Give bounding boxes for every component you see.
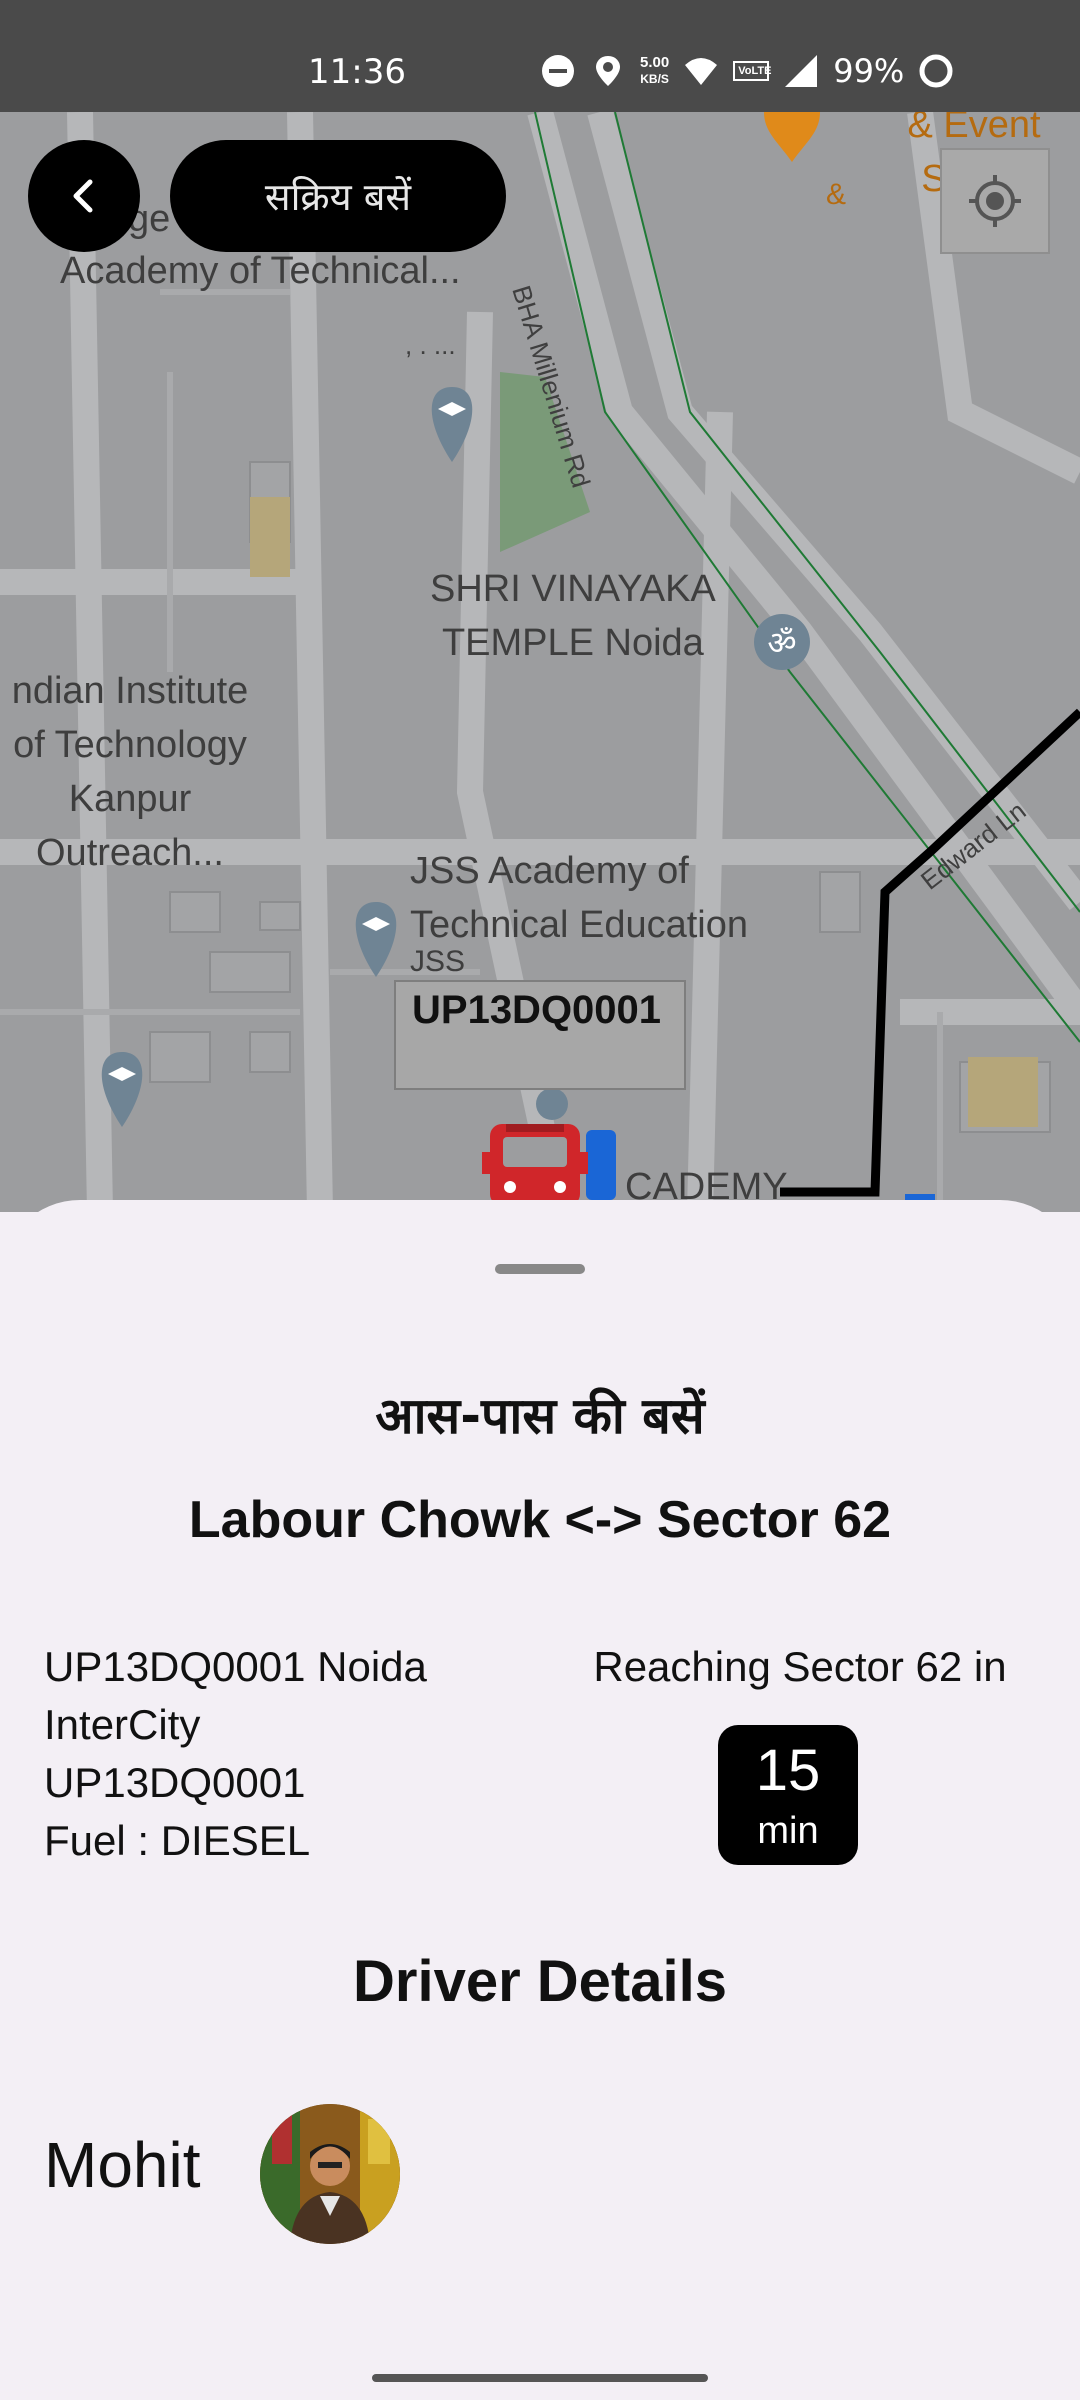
chevron-left-icon: [73, 179, 93, 213]
bus-info-line: InterCity: [44, 1701, 201, 1748]
bus-fuel: Fuel : DIESEL: [44, 1817, 311, 1864]
map-label-jss: JSS Academy of Technical Education: [410, 850, 748, 946]
svg-text:ॐ: ॐ: [767, 624, 796, 662]
event-pin-icon: [764, 112, 820, 162]
gesture-nav-bar[interactable]: [372, 2374, 708, 2382]
om-pin-icon: ॐ: [754, 614, 810, 670]
driver-photo: [260, 2104, 400, 2244]
bus-marker-label: UP13DQ0001: [412, 988, 662, 1032]
status-bar: 11:36 5.00 KB/S VoLTE 99%: [0, 0, 1080, 112]
netspeed-indicator: 5.00 KB/S: [640, 55, 669, 87]
bus-icon[interactable]: [482, 1124, 616, 1206]
map-label-dots: , . ...: [405, 330, 456, 360]
nearby-buses-title: आस-पास की बसें: [375, 1387, 705, 1445]
map-label-college: Academy of Technical...: [60, 250, 461, 292]
bottom-sheet[interactable]: आस-पास की बसें Labour Chowk <-> Sector 6…: [0, 1200, 1080, 2400]
battery-ring-icon: [919, 54, 953, 88]
status-icons: 5.00 KB/S VoLTE 99%: [540, 46, 954, 96]
map-label-temple: SHRI VINAYAKA TEMPLE Noida: [430, 568, 716, 664]
crosshair-icon: [969, 175, 1021, 227]
eta-badge: 15 min: [718, 1725, 858, 1865]
battery-percent: 99%: [833, 52, 905, 90]
signal-icon: [785, 55, 818, 87]
bus-info-line: UP13DQ0001: [44, 1759, 306, 1806]
map-label-iit: ndian Institute of Technology Kanpur Out…: [11, 670, 249, 874]
school-pin-icon: [355, 902, 397, 977]
map-label-jss-short: JSS: [410, 945, 466, 978]
active-buses-button[interactable]: सक्रिय बसें: [170, 140, 506, 252]
status-time: 11:36: [308, 52, 406, 92]
netspeed-unit: KB/S: [640, 72, 669, 86]
eta-unit: min: [757, 1810, 819, 1852]
back-button[interactable]: [28, 140, 140, 252]
dnd-icon: [542, 55, 574, 87]
bus-info-line: UP13DQ0001 Noida: [44, 1643, 427, 1690]
route-title: Labour Chowk <-> Sector 62: [188, 1491, 892, 1549]
map-label-ampersand: &: [826, 178, 847, 211]
volte-badge: VoLTE: [733, 61, 771, 81]
eta-value: 15: [755, 1738, 821, 1803]
sheet-drag-handle[interactable]: [495, 1264, 585, 1274]
driver-details-heading: Driver Details: [353, 1949, 727, 2014]
reaching-text: Reaching Sector 62 in: [593, 1643, 1007, 1690]
driver-avatar[interactable]: [260, 2104, 400, 2244]
netspeed-value: 5.00: [640, 54, 670, 71]
bus-info[interactable]: UP13DQ0001 Noida InterCity UP13DQ0001 Fu…: [44, 1638, 544, 1870]
bus-marker-callout[interactable]: UP13DQ0001: [394, 980, 686, 1090]
my-location-button[interactable]: [940, 148, 1050, 254]
location-icon: [596, 56, 620, 86]
wifi-icon: [685, 58, 718, 85]
driver-name: Mohit: [44, 2129, 201, 2201]
